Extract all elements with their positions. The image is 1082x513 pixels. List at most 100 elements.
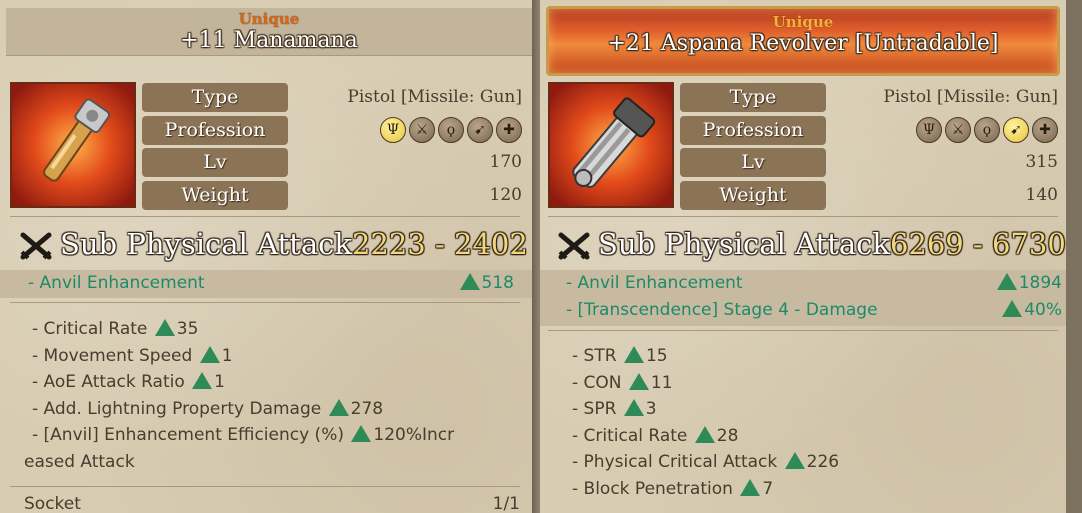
- bonus-label: - STR: [572, 346, 622, 366]
- enhancement-row: - Anvil Enhancement 518: [0, 270, 532, 297]
- item-header: Unique +11 Manamana: [6, 8, 532, 56]
- bonus-list: - STR 15 - CON 11 - SPR 3 - Critical Rat…: [564, 343, 1054, 502]
- item-icon-frame: [10, 82, 136, 208]
- bonus-item: - AoE Attack Ratio 1: [24, 369, 514, 396]
- bonus-item-continued: eased Attack: [24, 451, 135, 472]
- bonus-item: - SPR 3: [564, 396, 1054, 423]
- bonus-item: - Movement Speed 1: [24, 343, 514, 370]
- bonus-value: 7: [762, 478, 774, 499]
- enhancement-label: - Anvil Enhancement: [566, 273, 743, 293]
- attack-range: 2223 - 2402: [351, 227, 528, 261]
- bonus-item: - Add. Lightning Property Damage 278: [24, 396, 514, 423]
- divider: [548, 216, 1058, 217]
- claw-icon: Ψ: [380, 116, 406, 143]
- up-triangle-icon: [1002, 300, 1023, 317]
- bonus-value: 278: [350, 398, 384, 419]
- stat-value: 140: [1025, 184, 1058, 205]
- stat-label: Weight: [142, 180, 288, 210]
- sword-icon: ⚔: [409, 116, 435, 143]
- bonus-label: - [Anvil] Enhancement Efficiency (%): [32, 425, 350, 445]
- enhancement-value-wrap: 1894: [995, 270, 1062, 297]
- attack-label: Sub Physical Attack: [598, 227, 890, 261]
- up-triangle-icon: [623, 399, 644, 416]
- bonus-label: - Critical Rate: [572, 425, 693, 446]
- claw-icon: Ψ: [916, 116, 942, 143]
- bonus-value: 1: [214, 372, 225, 392]
- item-icon-frame: [548, 82, 674, 208]
- enhancement-band: - Anvil Enhancement 1894 - [Transcendenc…: [540, 270, 1066, 326]
- bonus-label: - AoE Attack Ratio: [32, 372, 191, 392]
- enhancement-value-wrap: 40%: [1000, 297, 1062, 324]
- bonus-label: - Movement Speed: [32, 345, 198, 366]
- up-triangle-icon: [784, 452, 805, 469]
- attack-range: 6269 - 6730: [889, 227, 1066, 261]
- stat-row-profession: Profession Ψ ⚔ ϙ ➹ ✚: [142, 115, 522, 148]
- item-tooltip-left: Unique +11 Manamana Type Pistol [Missile…: [0, 0, 532, 513]
- up-triangle-icon: [192, 372, 213, 389]
- bonus-value: 35: [176, 319, 199, 339]
- bonus-label: - Critical Rate: [32, 319, 153, 339]
- rarity-label: Unique: [238, 10, 300, 28]
- stat-value: 170: [489, 152, 522, 172]
- profession-icons: Ψ ⚔ ϙ ➹ ✚: [380, 116, 522, 143]
- item-stats: Type Pistol [Missile: Gun] Profession Ψ …: [142, 82, 522, 212]
- stat-row-weight: Weight 140: [680, 180, 1058, 213]
- stat-value: Pistol [Missile: Gun]: [883, 87, 1058, 107]
- profession-icons: Ψ ⚔ ϙ ➹ ✚: [916, 116, 1058, 143]
- enhancement-value: 518: [481, 273, 514, 293]
- stat-row-type: Type Pistol [Missile: Gun]: [680, 82, 1058, 115]
- stat-value: 315: [1025, 152, 1058, 172]
- background-edge: [1064, 0, 1082, 513]
- up-triangle-icon: [628, 372, 649, 390]
- stat-label: Lv: [142, 148, 288, 177]
- enhancement-band: - Anvil Enhancement 518: [0, 270, 532, 298]
- up-triangle-icon: [694, 425, 715, 443]
- bonus-item: - Physical Critical Attack 226: [564, 449, 1054, 476]
- divider: [10, 302, 520, 303]
- up-triangle-icon: [623, 346, 644, 363]
- divider: [548, 330, 1058, 331]
- bonus-value: 1: [221, 345, 233, 366]
- stat-row-weight: Weight 120: [142, 180, 522, 213]
- divider: [10, 486, 520, 487]
- item-header: Unique +21 Aspana Revolver [Untradable]: [546, 6, 1060, 76]
- attack-label: Sub Physical Attack: [60, 227, 352, 261]
- sword-icon: ⚔: [945, 116, 971, 143]
- rarity-label: Unique: [772, 13, 834, 31]
- enhancement-row: - Anvil Enhancement 1894: [540, 270, 1066, 297]
- enhancement-label: - [Transcendence] Stage 4 - Damage: [566, 300, 878, 320]
- stat-value: 120: [489, 184, 522, 205]
- attack-line: Sub Physical Attack6269 - 6730: [558, 226, 1066, 262]
- stat-label: Type: [680, 83, 826, 112]
- enhancement-label: - Anvil Enhancement: [28, 273, 205, 293]
- bonus-item: - STR 15: [564, 343, 1054, 370]
- staff-icon: ϙ: [974, 116, 1000, 143]
- item-stats: Type Pistol [Missile: Gun] Profession Ψ …: [680, 82, 1058, 212]
- up-triangle-icon: [199, 345, 220, 363]
- up-triangle-icon: [351, 425, 372, 442]
- stat-label: Weight: [680, 180, 826, 210]
- stat-label: Profession: [680, 115, 826, 145]
- bonus-value: 11: [650, 372, 673, 393]
- up-triangle-icon: [459, 273, 480, 290]
- enhancement-row: - [Transcendence] Stage 4 - Damage 40%: [540, 297, 1066, 324]
- up-triangle-icon: [740, 478, 761, 496]
- bonus-label: - CON: [572, 372, 627, 393]
- bonus-label: - Block Penetration: [572, 478, 739, 499]
- bonus-item: - Critical Rate 35: [24, 316, 514, 343]
- divider: [10, 216, 520, 217]
- cross-icon: ✚: [496, 116, 522, 143]
- stat-label: Lv: [680, 148, 826, 177]
- bonus-value: 226: [806, 452, 840, 472]
- bow-icon: ➹: [467, 116, 493, 143]
- bonus-label: - SPR: [572, 399, 622, 419]
- bonus-value: 120%Incr: [373, 425, 455, 445]
- stat-row-level: Lv 315: [680, 147, 1058, 180]
- bonus-item: - CON 11: [564, 370, 1054, 397]
- socket-label: Socket: [24, 494, 81, 513]
- staff-icon: ϙ: [438, 116, 464, 143]
- stat-value: Pistol [Missile: Gun]: [347, 87, 522, 107]
- item-name: +11 Manamana: [180, 28, 358, 53]
- stat-label: Profession: [142, 115, 288, 145]
- enhancement-value-wrap: 518: [458, 270, 514, 297]
